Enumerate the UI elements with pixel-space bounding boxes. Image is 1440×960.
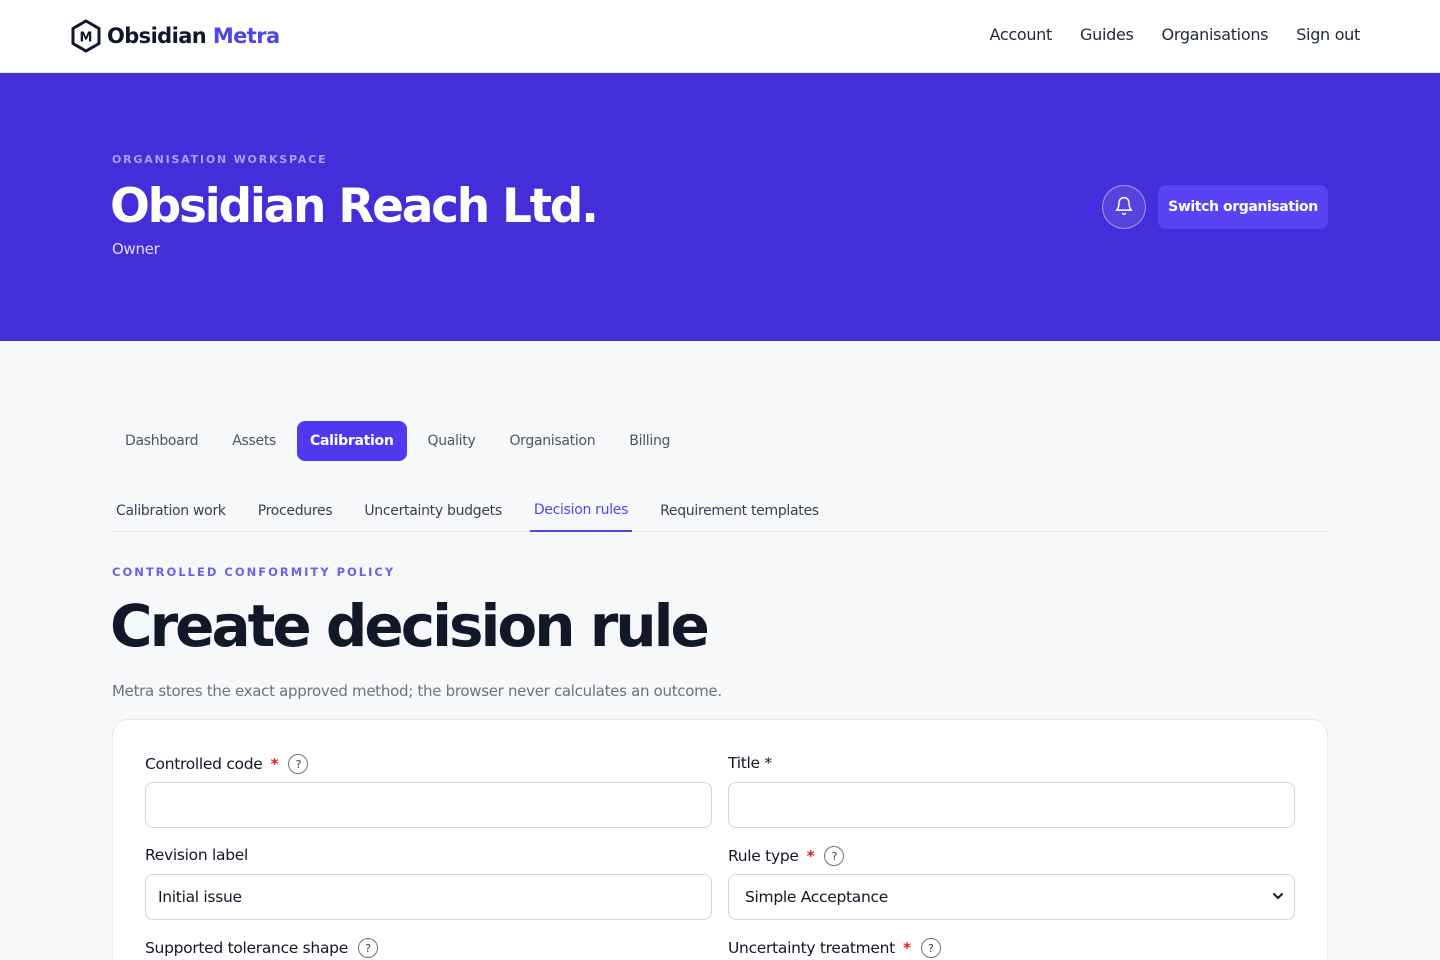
help-icon[interactable]: ?: [357, 938, 378, 958]
brand-name-accent: Metra: [212, 24, 280, 48]
help-icon[interactable]: ?: [920, 938, 941, 958]
rule-type-select[interactable]: Simple Acceptance: [728, 874, 1295, 920]
rule-type-label: Rule type * ?: [728, 846, 845, 866]
nav-guides-link[interactable]: Guides: [1080, 25, 1134, 44]
hexagon-logo-icon: M: [71, 19, 101, 53]
tab-organisation[interactable]: Organisation: [496, 421, 608, 461]
controlled-code-label-text: Controlled code: [145, 755, 263, 773]
controlled-code-label: Controlled code * ?: [145, 754, 309, 774]
help-icon[interactable]: ?: [288, 754, 309, 774]
hero-eyebrow: ORGANISATION WORKSPACE: [112, 153, 328, 166]
tab-quality[interactable]: Quality: [415, 421, 489, 461]
tolerance-shape-label-text: Supported tolerance shape: [145, 939, 348, 957]
chevron-down-icon: [1272, 888, 1284, 906]
revision-label-label: Revision label: [145, 846, 248, 864]
nav-account-link[interactable]: Account: [989, 25, 1052, 44]
nav-sign-out-link[interactable]: Sign out: [1296, 25, 1360, 44]
subtab-calibration-work[interactable]: Calibration work: [112, 490, 230, 532]
organisation-hero: ORGANISATION WORKSPACE Obsidian Reach Lt…: [0, 73, 1440, 341]
page-subtitle: Metra stores the exact approved method; …: [112, 682, 722, 700]
brand-logo[interactable]: M Obsidian Metra: [71, 19, 280, 53]
subtab-procedures[interactable]: Procedures: [254, 490, 337, 532]
tab-dashboard[interactable]: Dashboard: [112, 421, 211, 461]
page-title: Create decision rule: [110, 592, 710, 660]
title-label: Title *: [728, 754, 772, 772]
tolerance-shape-label: Supported tolerance shape ?: [145, 938, 378, 958]
required-marker: *: [806, 847, 815, 865]
revision-label-input[interactable]: [145, 874, 712, 920]
help-icon[interactable]: ?: [824, 846, 845, 866]
decision-rule-form: Controlled code * ? Title * Revision lab…: [112, 719, 1328, 960]
bell-icon: [1114, 196, 1134, 219]
title-label-text: Title *: [728, 754, 772, 772]
subtab-requirement-templates[interactable]: Requirement templates: [656, 490, 823, 532]
tab-calibration[interactable]: Calibration: [297, 421, 407, 461]
uncertainty-treatment-label: Uncertainty treatment * ?: [728, 938, 941, 958]
controlled-code-input[interactable]: [145, 782, 712, 828]
rule-type-selected-value: Simple Acceptance: [745, 888, 888, 906]
brand-name: Obsidian Metra: [107, 24, 280, 48]
brand-name-main: Obsidian: [107, 24, 207, 48]
nav-organisations-link[interactable]: Organisations: [1162, 25, 1269, 44]
tab-billing[interactable]: Billing: [616, 421, 683, 461]
uncertainty-treatment-label-text: Uncertainty treatment: [728, 939, 895, 957]
required-marker: *: [270, 755, 279, 773]
switch-organisation-button[interactable]: Switch organisation: [1158, 185, 1328, 229]
organisation-title: Obsidian Reach Ltd.: [110, 179, 599, 234]
header-nav: Account Guides Organisations Sign out: [989, 25, 1360, 44]
page-eyebrow: CONTROLLED CONFORMITY POLICY: [112, 565, 396, 579]
subtab-uncertainty-budgets[interactable]: Uncertainty budgets: [360, 490, 505, 532]
top-navigation: M Obsidian Metra Account Guides Organisa…: [0, 0, 1440, 73]
primary-tabs: Dashboard Assets Calibration Quality Org…: [112, 421, 691, 461]
subtab-decision-rules[interactable]: Decision rules: [529, 490, 633, 532]
organisation-role: Owner: [112, 240, 160, 258]
calibration-subtabs: Calibration work Procedures Uncertainty …: [112, 490, 1328, 532]
svg-text:M: M: [80, 31, 93, 46]
rule-type-label-text: Rule type: [728, 847, 799, 865]
tab-assets[interactable]: Assets: [219, 421, 289, 461]
revision-label-text: Revision label: [145, 846, 248, 864]
required-marker: *: [902, 939, 911, 957]
title-input[interactable]: [728, 782, 1295, 828]
notifications-button[interactable]: [1102, 185, 1146, 229]
